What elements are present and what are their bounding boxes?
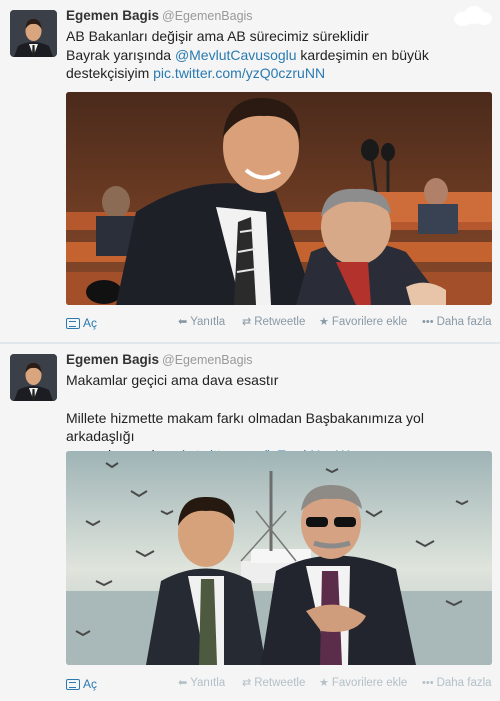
- retweet-label: Retweetle: [254, 677, 306, 689]
- more-label: Daha fazla: [436, 316, 492, 328]
- retweet-icon: ⇄: [242, 316, 252, 328]
- open-button[interactable]: Aç: [66, 316, 97, 330]
- reply-label: Yanıtla: [190, 316, 226, 328]
- more-button[interactable]: ••• Daha fazla: [422, 677, 492, 689]
- favorite-label: Favorilere ekle: [331, 677, 408, 689]
- retweet-icon: ⇄: [242, 677, 252, 689]
- author-username[interactable]: @EgemenBagis: [162, 353, 253, 367]
- tweet-text-line: Bayrak yarışında @MevlutCavusoglu kardeş…: [66, 46, 486, 65]
- reply-arrow-icon: ⬅: [178, 677, 188, 689]
- reply-arrow-icon: ⬅: [178, 316, 188, 328]
- tweet-header: Egemen Bagis @EgemenBagis: [66, 352, 253, 367]
- media-icon: [66, 317, 80, 329]
- reply-button[interactable]: ⬅ Yanıtla: [178, 316, 225, 328]
- pic-link[interactable]: pic.twitter.com/yzQ0czruNN: [153, 65, 325, 81]
- mention-link[interactable]: @MevlutCavusoglu: [175, 47, 297, 63]
- retweet-label: Retweetle: [254, 316, 306, 328]
- author-fullname[interactable]: Egemen Bagis: [66, 8, 159, 23]
- tweet-header: Egemen Bagis @EgemenBagis: [66, 8, 253, 23]
- tweet-text-line: destekçisiyim pic.twitter.com/yzQ0czruNN: [66, 64, 486, 83]
- favorite-button[interactable]: ★ Favorilere ekle: [319, 677, 407, 689]
- tweet-photo[interactable]: [66, 92, 492, 305]
- tweet-text-line: Makamlar geçici ama dava esastır: [66, 372, 279, 388]
- cloud-decoration: [450, 2, 494, 28]
- avatar[interactable]: [10, 354, 57, 401]
- star-icon: ★: [319, 316, 329, 328]
- star-icon: ★: [319, 677, 329, 689]
- tweet-text-line: AB Bakanları değişir ama AB sürecimiz sü…: [66, 28, 369, 44]
- author-fullname[interactable]: Egemen Bagis: [66, 352, 159, 367]
- media-icon: [66, 678, 80, 690]
- tweet-text: AB Bakanları değişir ama AB sürecimiz sü…: [66, 27, 486, 83]
- text-fragment: Bayrak yarışında: [66, 46, 175, 63]
- text-fragment: destekçisiyim: [66, 65, 154, 81]
- open-label: Aç: [83, 677, 98, 691]
- open-label: Aç: [83, 316, 98, 330]
- tweet-2[interactable]: Egemen Bagis @EgemenBagis Makamlar geçici…: [0, 344, 500, 701]
- favorite-label: Favorilere ekle: [331, 316, 408, 328]
- retweet-button[interactable]: ⇄ Retweetle: [242, 316, 305, 328]
- tweet-1[interactable]: Egemen Bagis @EgemenBagis AB Bakanları de…: [0, 0, 500, 342]
- avatar[interactable]: [10, 10, 57, 57]
- more-dots-icon: •••: [422, 316, 434, 328]
- favorite-button[interactable]: ★ Favorilere ekle: [319, 316, 407, 328]
- tweet-text-line: Millete hizmette makam farkı olmadan Baş…: [66, 409, 424, 445]
- more-label: Daha fazla: [436, 677, 492, 689]
- tweet-photo[interactable]: [66, 451, 492, 665]
- author-username[interactable]: @EgemenBagis: [162, 9, 253, 23]
- reply-button[interactable]: ⬅ Yanıtla: [178, 677, 225, 689]
- reply-label: Yanıtla: [190, 677, 226, 689]
- retweet-button[interactable]: ⇄ Retweetle: [242, 677, 305, 689]
- more-dots-icon: •••: [422, 677, 434, 689]
- text-fragment: kardeşimin en büyük: [296, 46, 429, 63]
- open-button[interactable]: Aç: [66, 677, 97, 691]
- more-button[interactable]: ••• Daha fazla: [422, 316, 492, 328]
